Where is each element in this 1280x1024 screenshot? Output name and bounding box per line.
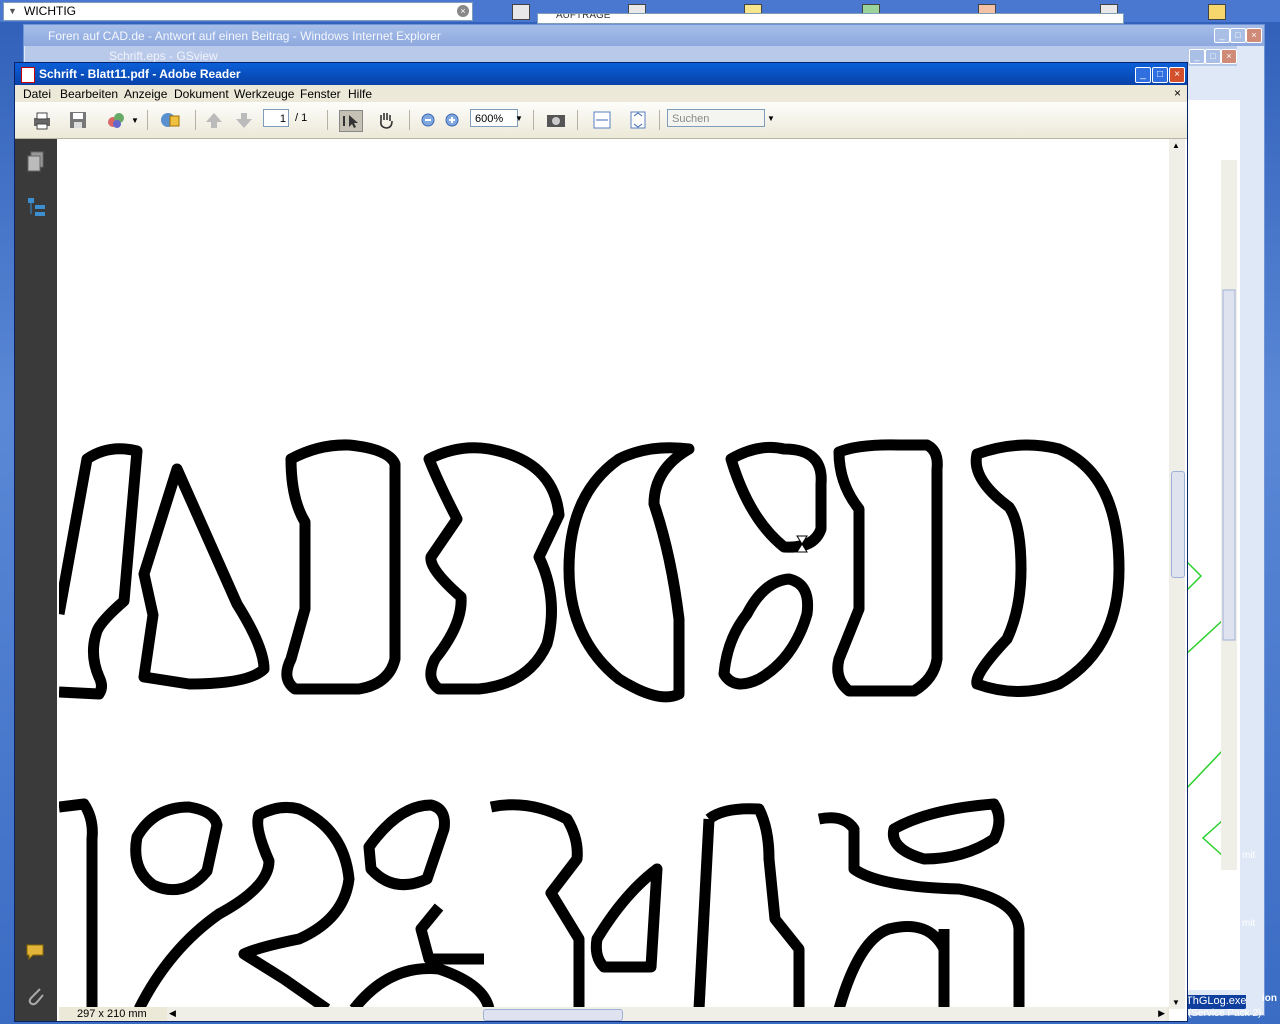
ie-content-panel: [1185, 100, 1240, 990]
gs-close-button[interactable]: ×: [1221, 49, 1237, 64]
pages-icon[interactable]: [27, 151, 45, 173]
print-icon[interactable]: [31, 110, 53, 130]
clear-icon[interactable]: ×: [457, 5, 469, 17]
search-input[interactable]: Suchen: [667, 109, 765, 127]
green-lines-graphic: [1185, 160, 1237, 870]
page-number-input[interactable]: 1: [263, 109, 289, 127]
document-close-icon[interactable]: ×: [1174, 86, 1181, 100]
digits-row: [59, 798, 1025, 1009]
hourglass-cursor-icon: [796, 535, 808, 553]
toolbar-separator: [195, 110, 196, 130]
zoom-level-input[interactable]: 600%: [470, 109, 518, 127]
thglog-text: ThGLog.exe: [1186, 995, 1247, 1007]
globe-icon[interactable]: [159, 110, 181, 130]
zoom-out-icon[interactable]: [417, 110, 439, 130]
menu-bar: Datei Bearbeiten Anzeige Dokument Werkze…: [15, 85, 1187, 102]
letters-abcd: [59, 439, 1125, 703]
word-icon[interactable]: [512, 4, 530, 20]
next-page-icon[interactable]: [233, 110, 255, 130]
horizontal-scroll-thumb[interactable]: [483, 1009, 623, 1021]
share-dropdown-icon[interactable]: ▼: [131, 116, 139, 125]
bookmarks-icon[interactable]: [27, 197, 47, 219]
toolbar-separator: [147, 110, 148, 130]
toolbar-separator: [659, 110, 660, 130]
auftraege-field[interactable]: AUFTRÄGE: [537, 13, 1124, 24]
reader-close-button[interactable]: ×: [1169, 67, 1185, 83]
service-pack-text: (Service Pack 2): [1188, 1008, 1262, 1019]
ion-text: ion: [1262, 993, 1277, 1004]
page-total: / 1: [295, 112, 308, 124]
hand-tool-icon[interactable]: [375, 110, 397, 130]
share-icon[interactable]: [105, 110, 127, 130]
ie-title: Foren auf CAD.de - Antwort auf einen Bei…: [48, 29, 441, 43]
ie-minimize-button[interactable]: _: [1214, 28, 1230, 43]
horizontal-scrollbar[interactable]: ◀ ▶: [167, 1007, 1167, 1021]
vertical-scroll-thumb[interactable]: [1171, 471, 1185, 578]
gsview-title: Schrift.eps - GSview: [109, 49, 218, 63]
navigation-pane: [15, 139, 57, 1021]
toolbar-separator: [327, 110, 328, 130]
thglog-label[interactable]: ThGLog.exe: [1186, 995, 1247, 1009]
reader-minimize-button[interactable]: _: [1135, 67, 1151, 83]
comments-icon[interactable]: [25, 943, 47, 963]
reader-titlebar: Schrift - Blatt11.pdf - Adobe Reader _ □…: [15, 63, 1187, 85]
reader-title: Schrift - Blatt11.pdf - Adobe Reader: [39, 67, 241, 81]
snapshot-icon[interactable]: [545, 110, 567, 130]
gs-maximize-button[interactable]: □: [1205, 49, 1221, 64]
menu-werkzeuge[interactable]: Werkzeuge: [234, 87, 294, 101]
attachment-icon[interactable]: [25, 985, 47, 1007]
dropdown-arrow-icon[interactable]: ▼: [8, 6, 17, 16]
wichtig-label: WICHTIG: [24, 4, 76, 18]
reader-toolbar: ▼ 1 / 1 600% ▼ Suchen ▼: [15, 102, 1187, 139]
search-dropdown-icon[interactable]: ▼: [767, 114, 775, 123]
scroll-left-icon[interactable]: ◀: [169, 1008, 176, 1019]
auftraege-label: AUFTRÄGE: [556, 13, 611, 21]
menu-anzeige[interactable]: Anzeige: [124, 87, 167, 101]
document-view[interactable]: [59, 139, 1169, 1009]
previous-page-icon[interactable]: [203, 110, 225, 130]
toolbar-separator: [533, 110, 534, 130]
document-page: [59, 439, 1125, 1009]
menu-hilfe[interactable]: Hilfe: [348, 87, 372, 101]
mit-text-1: mit: [1242, 850, 1256, 861]
ie-close-button[interactable]: ×: [1246, 28, 1262, 43]
menu-bearbeiten[interactable]: Bearbeiten: [60, 87, 118, 101]
toolbar-separator: [409, 110, 410, 130]
save-icon[interactable]: [67, 110, 89, 130]
zoom-in-icon[interactable]: [441, 110, 463, 130]
page-size-label: 297 x 210 mm: [77, 1008, 147, 1020]
scroll-right-icon[interactable]: ▶: [1158, 1008, 1165, 1019]
menu-datei[interactable]: Datei: [23, 87, 51, 101]
wichtig-field[interactable]: ▼ WICHTIG ×: [3, 2, 473, 21]
ie-titlebar: Foren auf CAD.de - Antwort auf einen Bei…: [24, 25, 1264, 46]
select-tool-icon[interactable]: [339, 110, 363, 132]
menu-fenster[interactable]: Fenster: [300, 87, 341, 101]
fit-width-icon[interactable]: [591, 110, 613, 130]
ie-maximize-button[interactable]: □: [1230, 28, 1246, 43]
gs-minimize-button[interactable]: _: [1189, 49, 1205, 64]
scroll-down-icon[interactable]: ▼: [1172, 998, 1180, 1007]
zoom-dropdown-icon[interactable]: ▼: [515, 114, 523, 123]
menu-dokument[interactable]: Dokument: [174, 87, 229, 101]
toolbar-separator: [577, 110, 578, 130]
folder-icon[interactable]: [1208, 4, 1226, 20]
reader-maximize-button[interactable]: □: [1152, 67, 1168, 83]
scroll-up-icon[interactable]: ▲: [1172, 141, 1180, 150]
pdf-icon: [21, 67, 35, 83]
mit-text-2: mit: [1242, 918, 1256, 929]
fit-page-icon[interactable]: [627, 110, 649, 130]
adobe-reader-window: Schrift - Blatt11.pdf - Adobe Reader _ □…: [14, 62, 1188, 1022]
